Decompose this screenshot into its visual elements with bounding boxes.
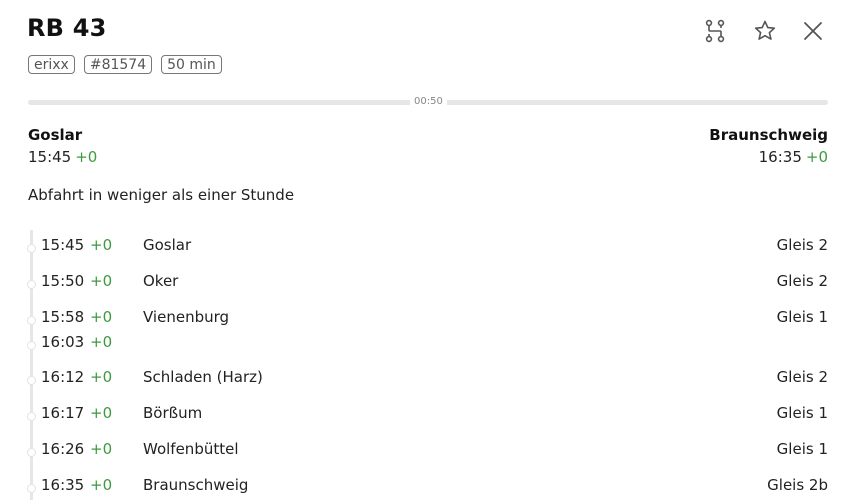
close-button[interactable] <box>800 18 826 44</box>
stop-time: 15:45 <box>41 236 85 254</box>
stop-row[interactable]: 15:45 +0 Goslar Gleis 2 <box>0 236 844 272</box>
origin-time: 15:45 +0 <box>28 148 97 166</box>
train-title: RB 43 <box>27 14 107 42</box>
stop-row[interactable]: 16:12 +0 Schladen (Harz) Gleis 2 <box>0 368 844 404</box>
stop-platform: Gleis 2 <box>776 272 828 290</box>
stop-delay: +0 <box>90 476 113 494</box>
route-icon <box>705 19 725 43</box>
stop-platform: Gleis 2 <box>776 368 828 386</box>
stop-platform: Gleis 2 <box>776 236 828 254</box>
origin-delay: +0 <box>75 148 98 166</box>
stop-name: Braunschweig <box>143 476 249 494</box>
stop-dot <box>27 244 36 253</box>
badge-row: erixx #81574 50 min <box>28 55 222 74</box>
stop-name: Vienenburg <box>143 308 230 326</box>
stop-name: Goslar <box>143 236 192 254</box>
stop-dot <box>27 484 36 493</box>
stop-time: 16:17 <box>41 404 85 422</box>
stop-platform: Gleis 1 <box>776 440 828 458</box>
train-number-badge: #81574 <box>83 55 153 74</box>
stop-delay: +0 <box>90 272 113 290</box>
stop-departure-time: 16:03 <box>41 333 85 351</box>
stop-name: Schladen (Harz) <box>143 368 263 386</box>
stop-dot <box>27 376 36 385</box>
stop-dot <box>27 316 36 325</box>
stop-time: 15:50 <box>41 272 85 290</box>
operator-badge: erixx <box>28 55 75 74</box>
stop-departure-delay: +0 <box>90 333 113 351</box>
stop-delay: +0 <box>90 368 113 386</box>
stop-platform: Gleis 2b <box>767 476 828 494</box>
stop-arrival-time: 15:58 <box>41 308 85 326</box>
star-icon <box>754 20 776 40</box>
destination-time: 16:35 +0 <box>759 148 828 166</box>
stop-row[interactable]: 15:58 +0 Vienenburg Gleis 1 16:03 +0 <box>0 308 844 368</box>
stop-delay: +0 <box>90 236 113 254</box>
favorite-button[interactable] <box>752 18 778 44</box>
stop-row[interactable]: 16:35 +0 Braunschweig Gleis 2b <box>0 476 844 500</box>
departure-notice: Abfahrt in weniger als einer Stunde <box>28 186 295 204</box>
stop-departure-dot <box>27 341 36 350</box>
stop-delay: +0 <box>90 440 113 458</box>
stop-row[interactable]: 16:26 +0 Wolfenbüttel Gleis 1 <box>0 440 844 476</box>
origin-name: Goslar <box>28 126 83 144</box>
stop-time: 16:26 <box>41 440 85 458</box>
stop-row[interactable]: 15:50 +0 Oker Gleis 2 <box>0 272 844 308</box>
progress-label: 00:50 <box>410 96 447 107</box>
stop-time: 16:12 <box>41 368 85 386</box>
destination-delay: +0 <box>805 148 828 166</box>
stop-dot <box>27 412 36 421</box>
stop-arrival-delay: +0 <box>90 308 113 326</box>
stop-name: Oker <box>143 272 179 290</box>
origin-time-value: 15:45 <box>28 148 72 166</box>
stop-platform: Gleis 1 <box>776 404 828 422</box>
stop-delay: +0 <box>90 404 113 422</box>
stop-dot <box>27 280 36 289</box>
stop-row[interactable]: 16:17 +0 Börßum Gleis 1 <box>0 404 844 440</box>
destination-time-value: 16:35 <box>758 148 802 166</box>
close-icon <box>804 22 822 40</box>
stop-dot <box>27 448 36 457</box>
route-button[interactable] <box>702 18 728 44</box>
stop-time: 16:35 <box>41 476 85 494</box>
duration-badge: 50 min <box>161 55 222 74</box>
stop-platform: Gleis 1 <box>776 308 828 326</box>
stop-name: Börßum <box>143 404 203 422</box>
stop-name: Wolfenbüttel <box>143 440 239 458</box>
destination-name: Braunschweig <box>709 126 828 144</box>
